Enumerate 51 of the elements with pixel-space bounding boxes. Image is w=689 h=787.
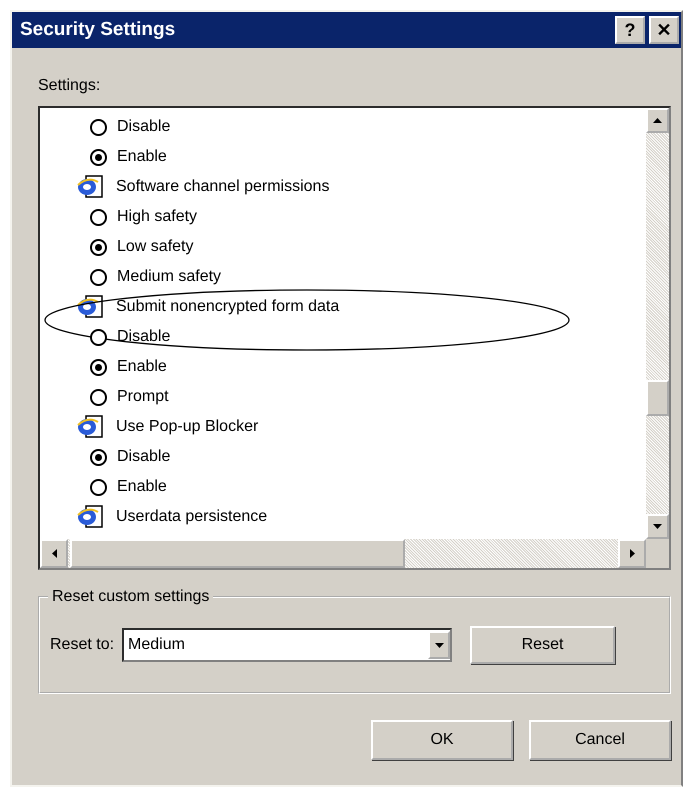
reset-button[interactable]: Reset [470, 626, 616, 664]
reset-dropdown[interactable]: Medium [122, 628, 452, 662]
horizontal-scrollbar[interactable] [40, 539, 646, 568]
scroll-thumb[interactable] [646, 380, 669, 416]
radio-button[interactable] [90, 358, 107, 376]
setting-heading: Submit nonencrypted form data [116, 297, 340, 317]
radio-button[interactable] [90, 148, 107, 166]
radio-button[interactable] [90, 478, 107, 496]
setting-icon [76, 414, 106, 440]
help-button[interactable]: ? [615, 16, 645, 44]
option-label[interactable]: Low safety [117, 235, 194, 259]
scrollbar-corner [646, 539, 669, 568]
option-label[interactable]: Enable [117, 145, 167, 169]
left-arrow-icon [52, 549, 56, 558]
setting-icon [76, 504, 106, 530]
radio-button[interactable] [90, 268, 107, 286]
radio-button[interactable] [90, 328, 107, 346]
dialog-button[interactable]: Cancel [529, 720, 671, 760]
scroll-left-button[interactable] [40, 539, 68, 568]
setting-heading: Software channel permissions [116, 177, 330, 197]
radio-button[interactable] [90, 388, 107, 406]
vertical-scrollbar[interactable] [646, 108, 669, 539]
close-button[interactable]: ✕ [649, 16, 679, 44]
setting-heading: Userdata persistence [116, 507, 268, 527]
scroll-down-button[interactable] [646, 514, 669, 539]
option-label[interactable]: Disable [117, 325, 170, 349]
option-label[interactable]: Enable [117, 355, 167, 379]
option-label[interactable]: Disable [117, 115, 170, 139]
setting-heading: Use Pop-up Blocker [116, 417, 258, 437]
radio-button[interactable] [90, 208, 107, 226]
reset-to-label: Reset to: [50, 635, 114, 655]
setting-icon [76, 174, 106, 200]
scroll-up-button[interactable] [646, 108, 669, 133]
up-arrow-icon [653, 118, 662, 123]
radio-button[interactable] [90, 448, 107, 466]
down-arrow-icon [434, 642, 444, 648]
option-label[interactable]: Medium safety [117, 265, 222, 289]
option-label[interactable]: Enable [117, 475, 167, 499]
scroll-thumb[interactable] [70, 539, 405, 568]
option-label[interactable]: Disable [117, 445, 170, 469]
radio-button[interactable] [90, 238, 107, 256]
option-label[interactable]: High safety [117, 205, 198, 229]
option-label[interactable]: Prompt [117, 385, 169, 409]
dialog-button[interactable]: OK [371, 720, 513, 760]
settings-label: Settings: [38, 76, 100, 96]
setting-icon [76, 294, 106, 320]
radio-button[interactable] [90, 118, 107, 136]
window-title: Security Settings [20, 18, 176, 42]
scroll-right-button[interactable] [618, 539, 646, 568]
right-arrow-icon [630, 549, 634, 558]
down-arrow-icon [653, 524, 662, 529]
